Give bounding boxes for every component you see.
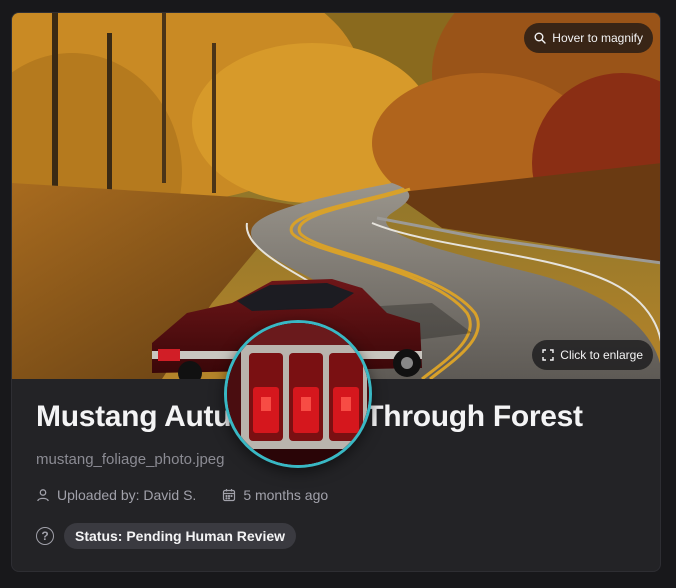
magnify-label: Hover to magnify xyxy=(552,31,643,45)
uploader: Uploaded by: David S. xyxy=(36,487,196,503)
status-row: ? Status: Pending Human Review xyxy=(36,523,297,549)
magnify-hint[interactable]: Hover to magnify xyxy=(524,23,653,53)
upload-date-label: 5 months ago xyxy=(243,487,329,503)
enlarge-button[interactable]: Click to enlarge xyxy=(532,340,653,370)
magnifier-lens xyxy=(224,320,372,468)
user-icon xyxy=(36,488,50,502)
help-icon[interactable]: ? xyxy=(36,527,54,545)
upload-meta: Uploaded by: David S. 5 months ago xyxy=(36,487,328,503)
image-card: Hover to magnify Click to enlarge Mustan… xyxy=(11,12,661,572)
photo-scene xyxy=(12,13,660,379)
status-badge: Status: Pending Human Review xyxy=(64,523,297,549)
upload-date: 5 months ago xyxy=(222,487,328,503)
calendar-icon xyxy=(222,488,236,502)
magnified-taillight xyxy=(227,323,369,465)
uploader-label: Uploaded by: David S. xyxy=(57,487,197,503)
search-icon xyxy=(534,32,546,44)
file-name: mustang_foliage_photo.jpeg xyxy=(36,451,225,468)
photo[interactable]: Hover to magnify Click to enlarge xyxy=(12,13,660,379)
enlarge-label: Click to enlarge xyxy=(560,348,643,362)
expand-icon xyxy=(542,349,554,361)
